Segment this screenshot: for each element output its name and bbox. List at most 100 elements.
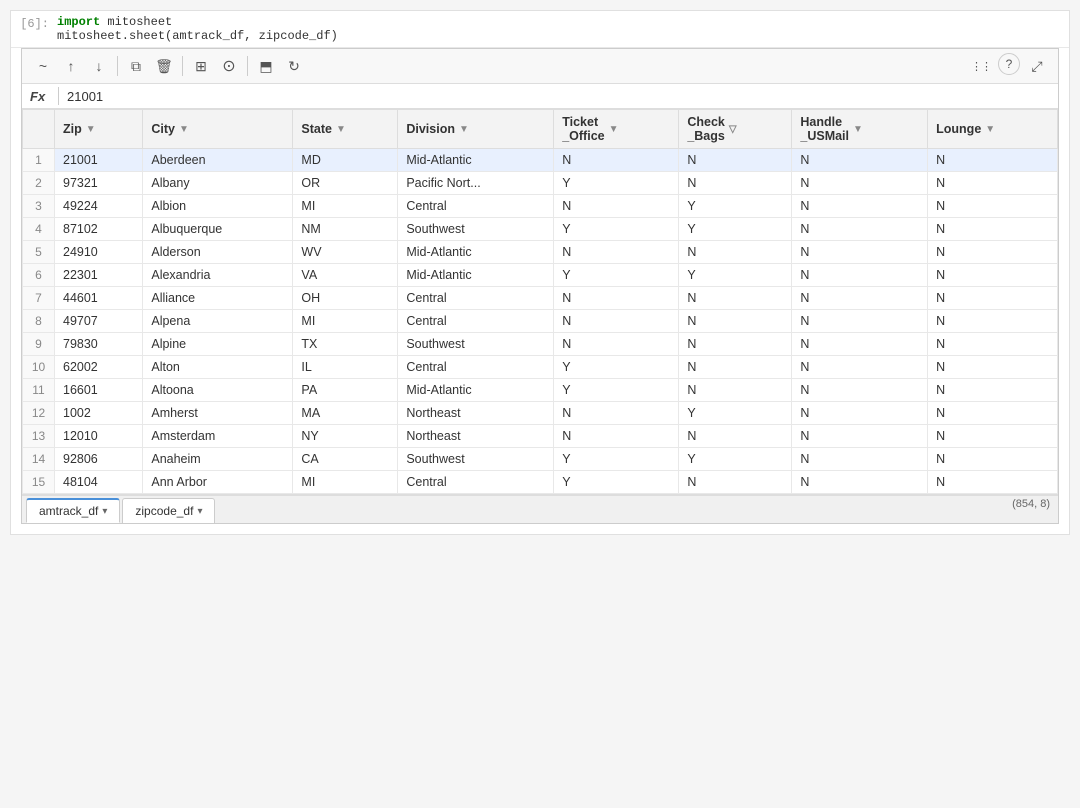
cell-zip[interactable]: 87102 [55, 218, 143, 241]
col-header-check-bags[interactable]: Check_Bags ▽ [679, 110, 792, 149]
cell-handle_usmail[interactable]: N [792, 172, 928, 195]
cell-handle_usmail[interactable]: N [792, 356, 928, 379]
cell-ticket_office[interactable]: Y [554, 264, 679, 287]
cell-handle_usmail[interactable]: N [792, 218, 928, 241]
tab-amtrack_df[interactable]: amtrack_df▾ [26, 498, 120, 523]
cell-lounge[interactable]: N [928, 471, 1058, 494]
merge-btn[interactable]: ⊙ [216, 53, 242, 79]
cell-division[interactable]: Northeast [398, 425, 554, 448]
table-row[interactable]: 622301AlexandriaVAMid-AtlanticYYNN [23, 264, 1058, 287]
cell-ticket_office[interactable]: Y [554, 356, 679, 379]
cell-handle_usmail[interactable]: N [792, 149, 928, 172]
cell-handle_usmail[interactable]: N [792, 471, 928, 494]
cell-city[interactable]: Alliance [143, 287, 293, 310]
fullscreen-btn[interactable]: ⤢ [1024, 53, 1050, 79]
cell-division[interactable]: Central [398, 356, 554, 379]
cell-check_bags[interactable]: Y [679, 448, 792, 471]
cell-ticket_office[interactable]: Y [554, 471, 679, 494]
cell-zip[interactable]: 97321 [55, 172, 143, 195]
cell-lounge[interactable]: N [928, 241, 1058, 264]
cell-check_bags[interactable]: N [679, 425, 792, 448]
cell-handle_usmail[interactable]: N [792, 379, 928, 402]
export-btn[interactable]: ⬒ [253, 53, 279, 79]
cell-lounge[interactable]: N [928, 425, 1058, 448]
table-row[interactable]: 121001AberdeenMDMid-AtlanticNNNN [23, 149, 1058, 172]
cell-lounge[interactable]: N [928, 448, 1058, 471]
cell-check_bags[interactable]: N [679, 149, 792, 172]
cell-state[interactable]: MI [293, 310, 398, 333]
table-row[interactable]: 979830AlpineTXSouthwestNNNN [23, 333, 1058, 356]
cell-handle_usmail[interactable]: N [792, 264, 928, 287]
cell-lounge[interactable]: N [928, 195, 1058, 218]
lounge-filter-icon[interactable]: ▼ [985, 124, 995, 135]
cell-lounge[interactable]: N [928, 287, 1058, 310]
cell-zip[interactable]: 12010 [55, 425, 143, 448]
table-row[interactable]: 487102AlbuquerqueNMSouthwestYYNN [23, 218, 1058, 241]
state-filter-icon[interactable]: ▼ [336, 124, 346, 135]
cell-division[interactable]: Mid-Atlantic [398, 149, 554, 172]
cell-check_bags[interactable]: N [679, 241, 792, 264]
table-row[interactable]: 1116601AltoonaPAMid-AtlanticYNNN [23, 379, 1058, 402]
cell-ticket_office[interactable]: Y [554, 448, 679, 471]
help-btn[interactable]: ? [998, 53, 1020, 75]
col-header-division[interactable]: Division ▼ [398, 110, 554, 149]
cell-lounge[interactable]: N [928, 402, 1058, 425]
cell-zip[interactable]: 49707 [55, 310, 143, 333]
table-row[interactable]: 849707AlpenaMICentralNNNN [23, 310, 1058, 333]
cell-state[interactable]: VA [293, 264, 398, 287]
tab-zipcode_df[interactable]: zipcode_df▾ [122, 498, 215, 523]
cell-division[interactable]: Central [398, 471, 554, 494]
cell-handle_usmail[interactable]: N [792, 310, 928, 333]
table-row[interactable]: 121002AmherstMANortheastNYNN [23, 402, 1058, 425]
cell-zip[interactable]: 44601 [55, 287, 143, 310]
col-header-handle-usmail[interactable]: Handle_USMail ▼ [792, 110, 928, 149]
cell-check_bags[interactable]: Y [679, 402, 792, 425]
cell-zip[interactable]: 16601 [55, 379, 143, 402]
cell-state[interactable]: MA [293, 402, 398, 425]
cell-handle_usmail[interactable]: N [792, 195, 928, 218]
grid-btn[interactable]: ⊞ [188, 53, 214, 79]
cell-lounge[interactable]: N [928, 379, 1058, 402]
col-header-city[interactable]: City ▼ [143, 110, 293, 149]
cell-zip[interactable]: 49224 [55, 195, 143, 218]
cell-check_bags[interactable]: Y [679, 195, 792, 218]
cell-ticket_office[interactable]: N [554, 310, 679, 333]
cell-state[interactable]: MI [293, 471, 398, 494]
cell-lounge[interactable]: N [928, 356, 1058, 379]
menu-dots-btn[interactable]: ⋮⋮ [968, 53, 994, 79]
table-row[interactable]: 349224AlbionMICentralNYNN [23, 195, 1058, 218]
cell-state[interactable]: PA [293, 379, 398, 402]
cell-city[interactable]: Altoona [143, 379, 293, 402]
table-row[interactable]: 524910AldersonWVMid-AtlanticNNNN [23, 241, 1058, 264]
cell-ticket_office[interactable]: N [554, 195, 679, 218]
cell-city[interactable]: Ann Arbor [143, 471, 293, 494]
cell-city[interactable]: Aberdeen [143, 149, 293, 172]
cell-zip[interactable]: 62002 [55, 356, 143, 379]
down-arrow-btn[interactable]: ↓ [86, 53, 112, 79]
cell-zip[interactable]: 22301 [55, 264, 143, 287]
cell-division[interactable]: Central [398, 310, 554, 333]
cell-handle_usmail[interactable]: N [792, 287, 928, 310]
cell-state[interactable]: IL [293, 356, 398, 379]
cell-city[interactable]: Albion [143, 195, 293, 218]
cell-check_bags[interactable]: N [679, 172, 792, 195]
zip-filter-icon[interactable]: ▼ [86, 124, 96, 135]
cell-check_bags[interactable]: N [679, 356, 792, 379]
cell-ticket_office[interactable]: N [554, 402, 679, 425]
cell-division[interactable]: Mid-Atlantic [398, 379, 554, 402]
cell-check_bags[interactable]: N [679, 287, 792, 310]
table-row[interactable]: 297321AlbanyORPacific Nort...YNNN [23, 172, 1058, 195]
cell-lounge[interactable]: N [928, 333, 1058, 356]
cell-city[interactable]: Alton [143, 356, 293, 379]
cell-lounge[interactable]: N [928, 149, 1058, 172]
cell-division[interactable]: Pacific Nort... [398, 172, 554, 195]
cell-division[interactable]: Northeast [398, 402, 554, 425]
ticket-filter-icon[interactable]: ▼ [609, 124, 619, 135]
cell-ticket_office[interactable]: N [554, 333, 679, 356]
cell-state[interactable]: WV [293, 241, 398, 264]
cell-division[interactable]: Southwest [398, 333, 554, 356]
cell-division[interactable]: Southwest [398, 448, 554, 471]
cell-division[interactable]: Mid-Atlantic [398, 264, 554, 287]
tab-dropdown-icon[interactable]: ▾ [102, 506, 107, 517]
division-filter-icon[interactable]: ▼ [459, 124, 469, 135]
